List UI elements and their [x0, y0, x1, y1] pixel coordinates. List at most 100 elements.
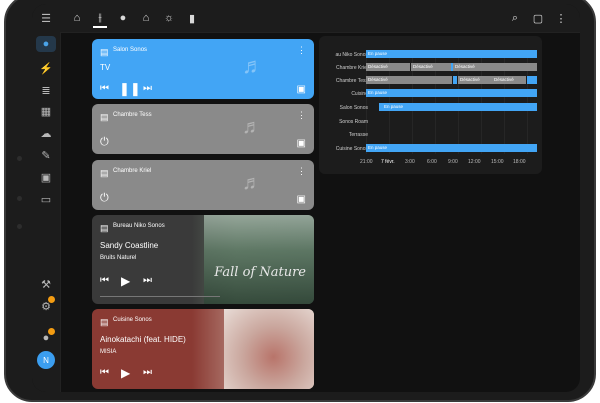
timeline-segment[interactable]: En pause: [379, 103, 537, 111]
notifications-badge: [48, 328, 55, 335]
more-vert-icon[interactable]: ⋮: [554, 10, 568, 26]
camera-dot: [17, 224, 22, 229]
album-art-text: Fall of Nature: [214, 265, 306, 280]
timeline-tick: 3:00: [405, 159, 415, 165]
speaker-icon: ▤: [100, 223, 109, 233]
progress-bar[interactable]: [100, 296, 220, 297]
next-icon[interactable]: ⏭: [143, 83, 152, 94]
timeline-tick: 7 févr.: [381, 159, 395, 165]
person-icon[interactable]: ●: [36, 36, 56, 52]
light-icon[interactable]: ☼: [162, 10, 176, 26]
search-icon[interactable]: ⌕: [508, 10, 522, 26]
terminal-icon[interactable]: ▭: [36, 191, 56, 207]
wrench-icon[interactable]: ✎: [36, 147, 56, 163]
browse-media-icon[interactable]: ▣: [297, 138, 306, 149]
browse-media-icon[interactable]: ▣: [297, 194, 306, 205]
next-icon[interactable]: ⏭: [143, 275, 152, 286]
previous-icon[interactable]: ⏮: [100, 275, 109, 286]
previous-icon[interactable]: ⏮: [100, 83, 109, 94]
notifications-icon[interactable]: ●: [36, 328, 56, 346]
timeline-tick: 18:00: [513, 159, 526, 165]
media-card-salon[interactable]: ▤ Salon Sonos ⋮ TV ♬ ⏮ ❚❚ ⏭ ▣: [92, 39, 314, 99]
timeline-segment[interactable]: [527, 76, 537, 84]
power-icon[interactable]: ⏻: [100, 136, 109, 149]
card-name: Bureau Niko Sonos: [113, 223, 165, 229]
screen: ☰ ● ⚡ ≣ ▦ ☁ ✎ ▣ ▭ ⚒ ⚙ ● N ⌂ ⫲ ● ⌂ ☼ ▮ ⌕ …: [32, 4, 580, 392]
media-placeholder-icon: ♬: [242, 53, 264, 78]
media-placeholder-icon: ♬: [242, 172, 262, 194]
timeline-segment[interactable]: Désactivé: [366, 63, 410, 71]
media-card-chambre-tess[interactable]: ▤ Chambre Tess ⋮ ♬ ⏻ ▣: [92, 104, 314, 154]
timeline-tick: 9:00: [448, 159, 458, 165]
timeline-row-label: Sonos Roam: [339, 119, 368, 125]
bolt-icon[interactable]: ⚡: [36, 60, 56, 76]
camera-dot: [17, 156, 22, 161]
card-subtitle: MISIA: [100, 349, 117, 355]
timeline-row-label: Chambre Kriel: [336, 65, 368, 71]
card-title: TV: [100, 63, 111, 72]
user-icon[interactable]: ●: [116, 10, 130, 26]
timeline-segment[interactable]: Désactivé: [411, 63, 451, 71]
timeline-tick: 12:00: [468, 159, 481, 165]
card-name: Salon Sonos: [113, 47, 148, 53]
settings-badge: [48, 296, 55, 303]
next-icon[interactable]: ⏭: [143, 367, 152, 378]
top-bar: ⌂ ⫲ ● ⌂ ☼ ▮ ⌕ ▢ ⋮: [60, 4, 580, 33]
timeline-row-label: Salon Sonos: [339, 105, 368, 111]
home-icon[interactable]: ⌂: [70, 10, 84, 26]
card-name: Chambre Kriel: [113, 168, 152, 174]
card-name: Chambre Tess: [113, 112, 152, 118]
settings-icon[interactable]: ⚙: [36, 296, 56, 314]
timeline-row-label: Cuisine Sonos: [335, 146, 368, 152]
timeline-segment[interactable]: Désactivé: [453, 63, 537, 71]
timeline-segment[interactable]: Désactivé: [366, 76, 452, 84]
card-name: Cuisine Sonos: [113, 317, 152, 323]
more-vert-icon[interactable]: ⋮: [297, 166, 306, 177]
chat-icon[interactable]: ▢: [531, 10, 545, 26]
card-title: Ainokatachi (feat. HIDE): [100, 335, 186, 344]
timeline-row-label: Chambre Tess: [335, 78, 368, 84]
album-art: [224, 309, 314, 389]
card-title: Sandy Coastline: [100, 241, 159, 250]
timeline-segment[interactable]: En pause: [366, 89, 537, 97]
play-icon[interactable]: ▶: [121, 366, 130, 380]
menu-icon[interactable]: ☰: [36, 10, 56, 26]
mixer-icon[interactable]: ⫲: [93, 10, 107, 28]
timeline-segment[interactable]: [453, 76, 457, 84]
avatar[interactable]: N: [37, 351, 55, 369]
timeline-tick: 15:00: [491, 159, 504, 165]
media-placeholder-icon: ♬: [242, 116, 262, 138]
card-subtitle: Bruits Naturel: [100, 255, 137, 261]
house-tab-icon[interactable]: ⌂: [139, 10, 153, 26]
calendar-icon[interactable]: ▦: [36, 103, 56, 119]
media-card-bureau-niko[interactable]: Fall of Nature ▤ Bureau Niko Sonos Sandy…: [92, 215, 314, 304]
timeline-tick: 6:00: [427, 159, 437, 165]
browse-media-icon[interactable]: ▣: [297, 84, 306, 95]
timeline-segment[interactable]: En pause: [366, 144, 537, 152]
timeline-segment[interactable]: Désactivé: [492, 76, 526, 84]
history-timeline-card: au Niko Sonos Chambre Kriel Chambre Tess…: [319, 36, 542, 174]
cloud-icon[interactable]: ☁: [36, 125, 56, 141]
timeline-segment[interactable]: Désactivé: [458, 76, 492, 84]
media-icon[interactable]: ▣: [36, 169, 56, 185]
camera-dot: [17, 196, 22, 201]
tablet-frame: ☰ ● ⚡ ≣ ▦ ☁ ✎ ▣ ▭ ⚒ ⚙ ● N ⌂ ⫲ ● ⌂ ☼ ▮ ⌕ …: [4, 0, 596, 402]
sidebar: ☰ ● ⚡ ≣ ▦ ☁ ✎ ▣ ▭ ⚒ ⚙ ● N: [32, 4, 61, 392]
timeline-row-label: Terrasse: [348, 132, 368, 138]
power-icon[interactable]: ⏻: [100, 192, 109, 205]
hammer-icon[interactable]: ⚒: [36, 276, 56, 292]
timeline-segment[interactable]: En pause: [366, 50, 537, 58]
previous-icon[interactable]: ⏮: [100, 367, 109, 378]
media-card-cuisine[interactable]: ▤ Cuisine Sonos Ainokatachi (feat. HIDE)…: [92, 309, 314, 389]
trash-icon[interactable]: ▮: [185, 10, 199, 26]
speaker-icon: ▤: [100, 168, 109, 178]
list-icon[interactable]: ≣: [36, 82, 56, 98]
more-vert-icon[interactable]: ⋮: [297, 110, 306, 121]
timeline-row-label: au Niko Sonos: [335, 52, 368, 58]
more-vert-icon[interactable]: ⋮: [297, 45, 306, 56]
media-card-chambre-kriel[interactable]: ▤ Chambre Kriel ⋮ ♬ ⏻ ▣: [92, 160, 314, 210]
speaker-icon: ▤: [100, 112, 109, 122]
pause-icon[interactable]: ❚❚: [119, 81, 141, 97]
timeline-tick: 21:00: [360, 159, 373, 165]
play-icon[interactable]: ▶: [121, 274, 130, 288]
